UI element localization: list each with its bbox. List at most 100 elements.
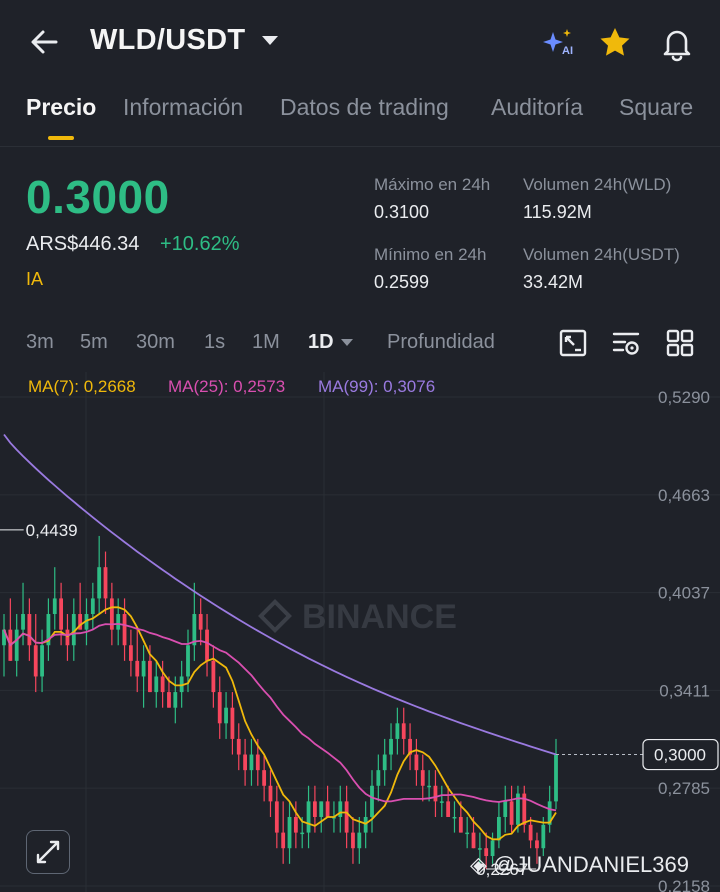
ai-sparkle-icon[interactable]: AI [540,24,578,62]
candle-body-16 [103,567,108,599]
axis-label-3: 0,3411 [659,681,710,700]
candle-body-29 [186,645,190,677]
candle-body-65 [414,754,419,771]
candle-body-2 [14,629,19,661]
ma99-line [3,433,557,756]
candle-body-41 [262,770,267,786]
candle-body-31 [198,614,203,630]
low-24h-value: 0.2599 [374,272,430,292]
candle-body-68 [433,785,438,802]
tab-precio[interactable]: Precio [26,94,96,121]
candle-body-33 [211,660,216,693]
bell-icon[interactable] [658,24,696,62]
interval-dropdown-caret-icon[interactable] [341,339,353,346]
candle-body-45 [287,816,292,849]
candle-body-15 [97,567,102,599]
candle-body-20 [128,645,133,661]
candle-body-34 [217,692,222,724]
interval-30m[interactable]: 30m [136,331,175,354]
candle-body-21 [135,660,140,677]
candle-body-78 [496,816,501,841]
candle-body-66 [420,770,425,786]
candle-body-9 [59,598,64,630]
candle-body-19 [122,614,127,646]
candle-body-53 [338,801,343,817]
candle-body-3 [21,614,25,630]
candle-body-83 [528,824,533,841]
interval-1d[interactable]: 1D [308,331,334,354]
top-bar: WLD/USDT AI [0,0,720,86]
interval-3m[interactable]: 3m [26,331,54,354]
pair-dropdown-caret-icon[interactable] [262,36,278,45]
candle-body-70 [446,801,451,817]
back-arrow-icon[interactable] [26,24,62,60]
watermark-brand: BINANCE [302,598,457,636]
expand-icon [36,840,60,864]
candle-body-79 [503,801,508,817]
candle-body-48 [306,801,311,833]
volume-base-label: Volumen 24h(WLD) [523,175,672,194]
candle-body-22 [141,660,146,677]
binance-watermark: BINANCE [258,598,457,636]
candle-body-49 [312,801,317,817]
tab-square[interactable]: Square [619,94,693,121]
candle-body-61 [389,738,393,755]
volume-quote-label: Volumen 24h(USDT) [523,245,680,264]
last-price-label: 0,3000 [654,746,706,765]
candle-body-67 [427,785,432,788]
candle-body-51 [325,801,330,817]
diamond-logo-icon: ◈ [470,852,494,877]
favorite-star-icon[interactable] [596,24,634,62]
candle-body-4 [27,614,32,646]
chart-type-icon[interactable] [558,328,588,358]
candle-body-46 [293,816,298,833]
candle-body-50 [319,801,324,817]
interval-5m[interactable]: 5m [80,331,108,354]
tab-datos-de-trading[interactable]: Datos de trading [280,94,449,121]
candle-body-54 [344,801,349,833]
candlestick-chart[interactable]: BINANCE 0,52900,46630,40370,34110,27850,… [0,370,720,892]
candle-body-47 [300,832,305,835]
candle-body-43 [274,801,279,833]
candle-body-14 [90,598,95,615]
candle-body-73 [465,832,470,835]
axis-label-2: 0,4037 [658,584,710,603]
volume-base-value: 115.92M [523,202,592,222]
candle-body-37 [236,738,241,755]
price-axis: 0,5290 0,4663 0,4037 0,3411 0,2785 0,2158 [658,388,710,892]
candle-body-35 [224,707,228,724]
candle-body-42 [268,785,273,802]
candle-body-62 [395,723,400,739]
candle-body-69 [439,801,444,803]
high-marker-label: 0,4439 [26,521,78,540]
candle-body-5 [33,645,38,677]
last-price: 0.3000 [26,171,170,223]
interval-1s[interactable]: 1s [204,331,225,354]
candle-body-44 [281,832,286,849]
axis-label-4: 0,2785 [658,779,710,798]
tab-auditoria[interactable]: Auditoría [491,94,583,121]
fullscreen-button[interactable] [26,830,70,874]
candle-body-23 [148,660,152,693]
candle-body-6 [40,645,44,677]
user-watermark-text: @JUANDANIEL369 [493,852,689,877]
ma99-legend: MA(99): 0,3076 [318,377,436,396]
tab-informacion[interactable]: Información [123,94,243,121]
pair-title[interactable]: WLD/USDT [90,24,245,57]
high-24h-label: Máximo en 24h [374,175,491,194]
candle-body-8 [52,598,57,615]
indicator-settings-icon[interactable] [611,328,641,358]
candle-body-25 [160,676,165,693]
candle-body-32 [205,629,209,661]
candle-body-36 [230,707,235,739]
high-24h-value: 0.3100 [374,202,430,222]
volume-quote-value: 33.42M [523,272,584,292]
candle-body-75 [477,848,482,850]
category-tag[interactable]: IA [26,269,43,290]
ma25-line [3,622,557,812]
interval-1m[interactable]: 1M [252,331,280,354]
candle-body-59 [376,770,381,786]
layout-grid-icon[interactable] [665,328,695,358]
axis-label-0: 0,5290 [658,388,710,407]
interval-profundidad[interactable]: Profundidad [387,331,495,354]
